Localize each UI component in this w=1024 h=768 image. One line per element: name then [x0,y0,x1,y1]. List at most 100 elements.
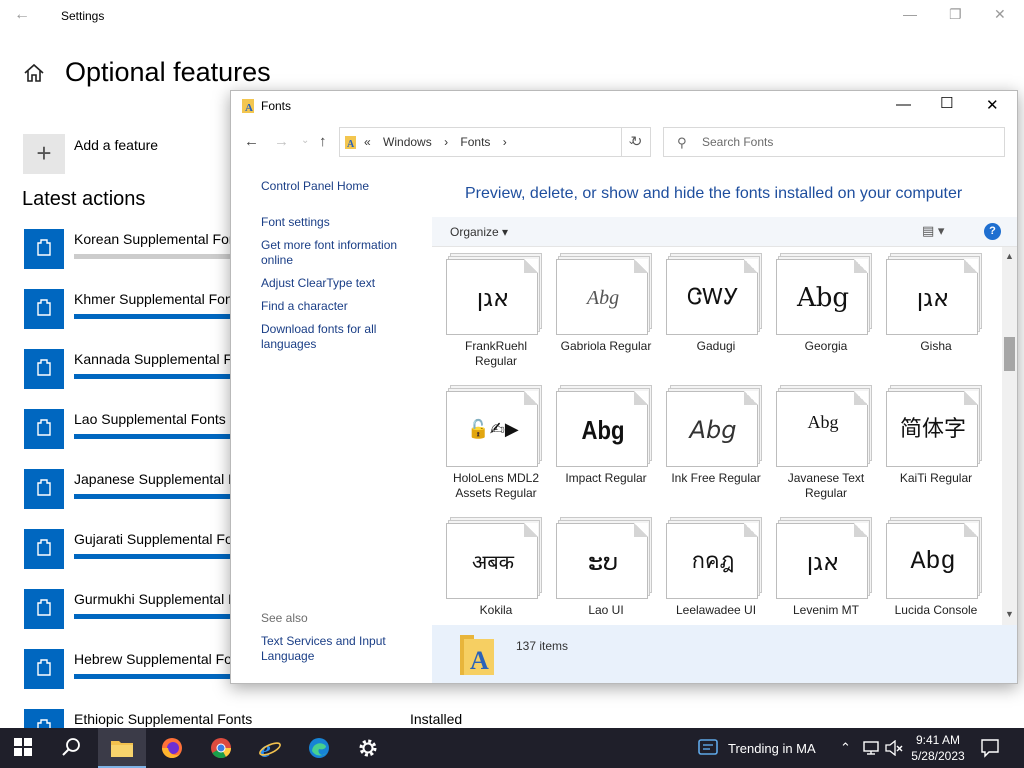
font-preview: ະບ [556,517,652,599]
font-item[interactable]: अबक Kokila [432,511,542,625]
font-item[interactable]: Abg Ink Free Regular [652,379,762,511]
font-preview: Abg [886,517,982,599]
puzzle-icon [24,589,64,629]
font-item[interactable]: Abg Lucida Console [872,511,982,625]
edge-taskbar-button[interactable] [295,728,343,768]
font-settings-link[interactable]: Font settings [261,215,411,230]
chrome-taskbar-button[interactable] [197,728,245,768]
content-title: Preview, delete, or show and hide the fo… [465,185,963,202]
font-preview: אגן [776,517,872,599]
font-item[interactable]: אגן Levenim MT [762,511,872,625]
details-pane: A 137 items [432,625,1017,683]
font-item[interactable]: Abg Javanese Text Regular [762,379,872,511]
system-clock[interactable]: 9:41 AM 5/28/2023 [906,732,970,764]
recent-locations-chevron-icon[interactable]: ⌄ [301,135,309,146]
add-feature-plus-icon[interactable]: + [23,134,65,174]
search-button[interactable] [48,728,96,768]
volume-muted-icon[interactable] [885,740,903,756]
feature-name: Gujarati Supplemental Fonts [74,531,252,547]
font-item[interactable]: Abg Impact Regular [542,379,652,511]
address-bar[interactable]: A « Windows › Fonts › ⌄ [339,127,651,157]
breadcrumb-windows[interactable]: Windows [383,135,432,149]
change-view-icon[interactable]: ▤ ▾ [922,223,944,239]
font-item[interactable]: ະບ Lao UI [542,511,652,625]
minimize-icon[interactable]: — [896,96,911,113]
font-preview: Abg [666,385,762,467]
notifications-icon[interactable] [980,738,1000,758]
control-panel-home-link[interactable]: Control Panel Home [261,179,411,194]
fonts-window: A Fonts — ☐ ✕ ← → ⌄ ↑ A « Windows › Font… [230,90,1018,684]
help-icon[interactable]: ? [984,223,1001,240]
add-feature-button[interactable]: Add a feature [74,137,158,153]
restore-icon[interactable]: ❐ [949,6,962,23]
vertical-scrollbar[interactable]: ▲ ▼ [1002,247,1017,625]
edge-icon [309,738,329,758]
font-item[interactable]: ᏣᎳᎩ Gadugi [652,247,762,379]
chevron-right-icon[interactable]: › [503,135,507,149]
scroll-up-icon[interactable]: ▲ [1005,251,1014,261]
feature-row[interactable]: Ethiopic Supplemental Fonts Installed [24,709,464,728]
organize-label: Organize [450,225,499,239]
taskbar: e Trending in MA ⌃ 9:41 AM 5/28/2023 [0,728,1024,768]
font-preview: אגן [886,253,982,335]
text-services-link[interactable]: Text Services and Input Language [261,634,411,664]
font-name: Impact Regular [565,471,647,485]
settings-window-title: Settings [61,9,105,23]
font-name: Georgia [804,339,848,353]
font-preview: กคฎ [666,517,762,599]
scrollbar-thumb[interactable] [1004,337,1015,371]
address-overflow-chevron[interactable]: « [364,135,371,149]
settings-taskbar-button[interactable] [344,728,392,768]
forward-arrow-icon[interactable]: → [274,133,289,150]
chrome-icon [211,738,232,759]
font-item[interactable]: กคฎ Leelawadee UI [652,511,762,625]
download-fonts-link[interactable]: Download fonts for all languages [261,322,411,352]
settings-titlebar: ← Settings — ❐ ✕ [0,0,1024,32]
firefox-taskbar-button[interactable] [148,728,196,768]
font-preview: Abg [776,385,872,467]
chevron-right-icon[interactable]: › [444,135,448,149]
fonts-titlebar: A Fonts — ☐ ✕ [231,91,1017,121]
search-box[interactable]: ⚲ [663,127,1005,157]
close-icon[interactable]: ✕ [994,6,1006,23]
search-icon [62,738,80,756]
back-arrow-icon[interactable]: ← [14,6,30,24]
font-item[interactable]: אגן Gisha [872,247,982,379]
maximize-icon[interactable]: ☐ [940,94,953,112]
internet-explorer-taskbar-button[interactable]: e [246,728,294,768]
windows-logo-icon [14,738,32,756]
search-input[interactable] [702,133,992,151]
breadcrumb-fonts[interactable]: Fonts [460,135,490,149]
cleartype-link[interactable]: Adjust ClearType text [261,276,411,291]
home-icon[interactable] [23,62,45,84]
svg-text:e: e [260,737,271,760]
svg-text:A: A [245,102,253,114]
news-widget[interactable]: Trending in MA [696,728,836,768]
font-info-link[interactable]: Get more font information online [261,238,411,268]
network-icon[interactable] [862,741,880,755]
feature-name: Hebrew Supplemental Fonts [74,651,251,667]
puzzle-icon [24,469,64,509]
file-explorer-taskbar-button[interactable] [98,728,146,768]
puzzle-icon [24,709,64,728]
font-item[interactable]: 简体字 KaiTi Regular [872,379,982,511]
refresh-icon[interactable]: ↻ [621,127,651,157]
up-arrow-icon[interactable]: ↑ [319,133,327,150]
close-icon[interactable]: ✕ [986,96,999,114]
font-name: Leelawadee UI [675,603,757,617]
scroll-down-icon[interactable]: ▼ [1005,609,1014,619]
organize-menu[interactable]: Organize ▾ [450,225,508,239]
find-character-link[interactable]: Find a character [261,299,411,314]
start-button[interactable] [0,728,48,768]
fonts-folder-icon: A [242,99,254,114]
minimize-icon[interactable]: — [903,6,917,22]
font-item[interactable]: Abg Georgia [762,247,872,379]
font-item[interactable]: אגן FrankRuehl Regular [432,247,542,379]
chevron-up-icon[interactable]: ⌃ [840,740,851,756]
font-item[interactable]: 🔓✍▶ HoloLens MDL2 Assets Regular [432,379,542,511]
font-item[interactable]: Abg Gabriola Regular [542,247,652,379]
back-arrow-icon[interactable]: ← [244,133,259,150]
font-preview: Abg [556,385,652,467]
svg-text:A: A [470,646,489,675]
font-name: Gisha [920,339,952,353]
